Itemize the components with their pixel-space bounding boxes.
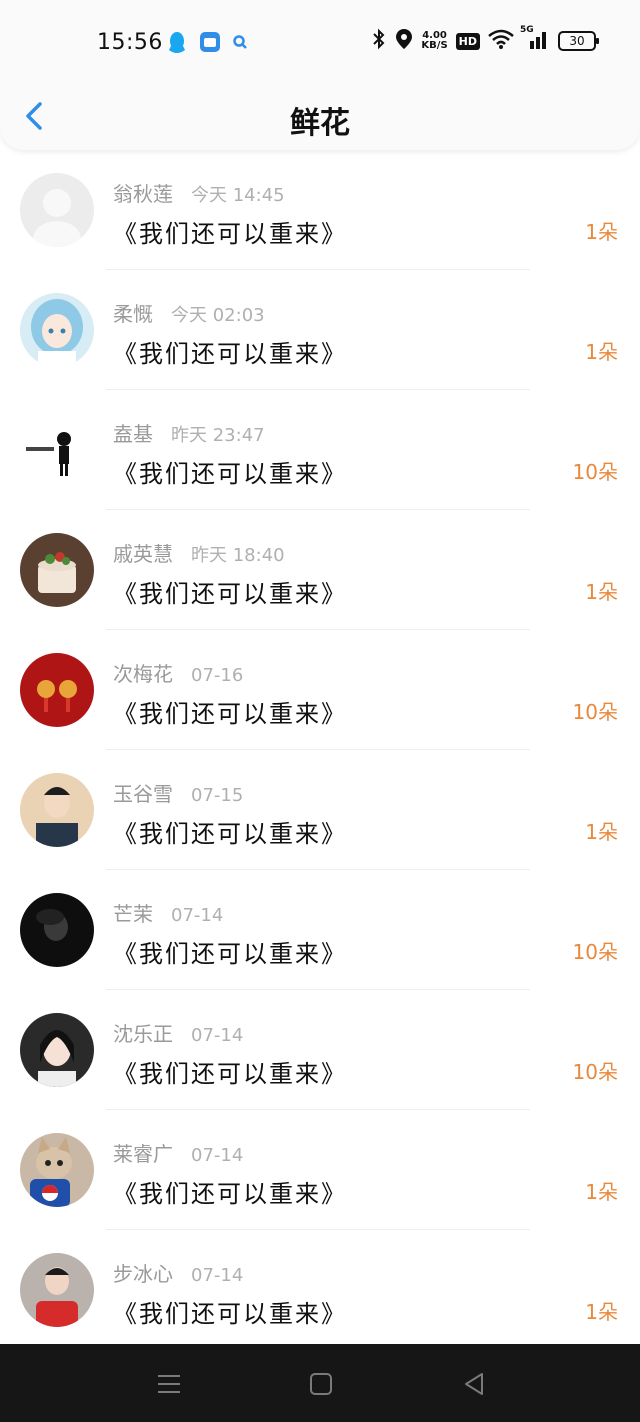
system-nav-bar (0, 1344, 640, 1422)
message-text: 《我们还可以重来》 (113, 1180, 347, 1208)
list-item[interactable]: 次梅花 07-16 《我们还可以重来》 10朵 (0, 630, 640, 750)
back-nav-button[interactable] (460, 1370, 488, 1398)
bluetooth-icon (371, 28, 387, 54)
menu-icon (158, 1375, 180, 1393)
list-item[interactable]: 莱睿广 07-14 《我们还可以重来》 1朵 (0, 1110, 640, 1230)
message-text: 《我们还可以重来》 (113, 820, 347, 848)
app-icon (198, 30, 222, 58)
page-title: 鲜花 (290, 106, 350, 141)
notification-icons (166, 30, 248, 58)
send-time: 07-16 (191, 665, 244, 686)
flower-count: 10朵 (572, 940, 618, 964)
wifi-icon (488, 29, 514, 53)
flower-count: 1朵 (585, 220, 618, 244)
list-item[interactable]: 芒茉 07-14 《我们还可以重来》 10朵 (0, 870, 640, 990)
message-text: 《我们还可以重来》 (113, 940, 347, 968)
header: 15:56 4.00 KB/S HD 5G 30 鲜花 (0, 0, 640, 150)
flower-count: 10朵 (572, 460, 618, 484)
flower-count: 1朵 (585, 580, 618, 604)
cake-avatar-icon (20, 533, 94, 607)
flower-count: 1朵 (585, 340, 618, 364)
send-time: 07-14 (191, 1145, 244, 1166)
list-item[interactable]: 沈乐正 07-14 《我们还可以重来》 10朵 (0, 990, 640, 1110)
message-text: 《我们还可以重来》 (113, 1300, 347, 1328)
avatar[interactable] (20, 653, 94, 727)
message-text: 《我们还可以重来》 (113, 340, 347, 368)
user-name: 沈乐正 (113, 1022, 173, 1046)
status-time: 15:56 (97, 30, 163, 55)
avatar[interactable] (20, 293, 94, 367)
flower-count: 10朵 (572, 700, 618, 724)
net-speed: 4.00 KB/S (421, 31, 447, 51)
battery-icon: 30 (558, 31, 599, 51)
avatar[interactable] (20, 413, 94, 487)
user-name: 芒茉 (113, 902, 153, 926)
red-knot-avatar-icon (20, 653, 94, 727)
user-name: 柔慨 (113, 302, 153, 326)
avatar[interactable] (20, 173, 94, 247)
system-icons: 4.00 KB/S HD 5G 30 (371, 25, 599, 54)
send-time: 07-14 (191, 1265, 244, 1286)
message-text: 《我们还可以重来》 (113, 460, 347, 488)
home-square-icon (310, 1373, 332, 1395)
default-avatar-icon (20, 173, 94, 247)
send-time: 07-14 (171, 905, 224, 926)
flower-count: 1朵 (585, 820, 618, 844)
flower-count: 1朵 (585, 1180, 618, 1204)
message-text: 《我们还可以重来》 (113, 1060, 347, 1088)
list-item[interactable]: 柔慨 今天 02:03 《我们还可以重来》 1朵 (0, 270, 640, 390)
send-time: 07-14 (191, 1025, 244, 1046)
list-item[interactable]: 戚英慧 昨天 18:40 《我们还可以重来》 1朵 (0, 510, 640, 630)
menu-button[interactable] (155, 1370, 183, 1398)
red-shirt-person-avatar-icon (20, 1253, 94, 1327)
avatar[interactable] (20, 1133, 94, 1207)
list-item[interactable]: 步冰心 07-14 《我们还可以重来》 1朵 (0, 1230, 640, 1350)
net-speed-unit: KB/S (421, 40, 448, 51)
back-triangle-icon (465, 1373, 483, 1395)
user-name: 盍基 (113, 422, 153, 446)
flower-count: 1朵 (585, 1300, 618, 1324)
cat-avatar-icon (20, 1133, 94, 1207)
avatar[interactable] (20, 893, 94, 967)
send-time: 昨天 18:40 (191, 545, 285, 566)
woman-portrait-avatar-icon (20, 1013, 94, 1087)
nav-bar: 鲜花 (0, 86, 640, 146)
user-name: 玉谷雪 (113, 782, 173, 806)
message-text: 《我们还可以重来》 (113, 580, 347, 608)
list-item[interactable]: 盍基 昨天 23:47 《我们还可以重来》 10朵 (0, 390, 640, 510)
qq-icon (166, 30, 188, 58)
user-name: 翁秋莲 (113, 182, 173, 206)
search-icon (232, 34, 248, 54)
signal-icon: 5G (520, 25, 550, 53)
send-time: 今天 02:03 (171, 305, 265, 326)
user-name: 莱睿广 (113, 1142, 173, 1166)
user-name: 戚英慧 (113, 542, 173, 566)
man-portrait-avatar-icon (20, 773, 94, 847)
location-icon (395, 28, 413, 54)
send-time: 昨天 23:47 (171, 425, 265, 446)
avatar[interactable] (20, 1013, 94, 1087)
send-time: 今天 14:45 (191, 185, 285, 206)
send-time: 07-15 (191, 785, 244, 806)
message-text: 《我们还可以重来》 (113, 220, 347, 248)
list-item[interactable]: 玉谷雪 07-15 《我们还可以重来》 1朵 (0, 750, 640, 870)
dark-photo-avatar-icon (20, 893, 94, 967)
status-bar: 15:56 4.00 KB/S HD 5G 30 (0, 20, 640, 66)
network-type: 5G (520, 25, 534, 35)
avatar[interactable] (20, 1253, 94, 1327)
user-name: 次梅花 (113, 662, 173, 686)
flower-list: 翁秋莲 今天 14:45 《我们还可以重来》 1朵 柔慨 今天 02:03 《我们还… (0, 150, 640, 1350)
hd-badge: HD (455, 32, 480, 50)
avatar[interactable] (20, 533, 94, 607)
user-name: 步冰心 (113, 1262, 173, 1286)
message-text: 《我们还可以重来》 (113, 700, 347, 728)
list-item[interactable]: 翁秋莲 今天 14:45 《我们还可以重来》 1朵 (0, 150, 640, 270)
anime-girl-avatar-icon (20, 293, 94, 367)
home-button[interactable] (307, 1370, 335, 1398)
flower-count: 10朵 (572, 1060, 618, 1084)
avatar[interactable] (20, 773, 94, 847)
cartoon-figure-avatar-icon (20, 413, 94, 487)
